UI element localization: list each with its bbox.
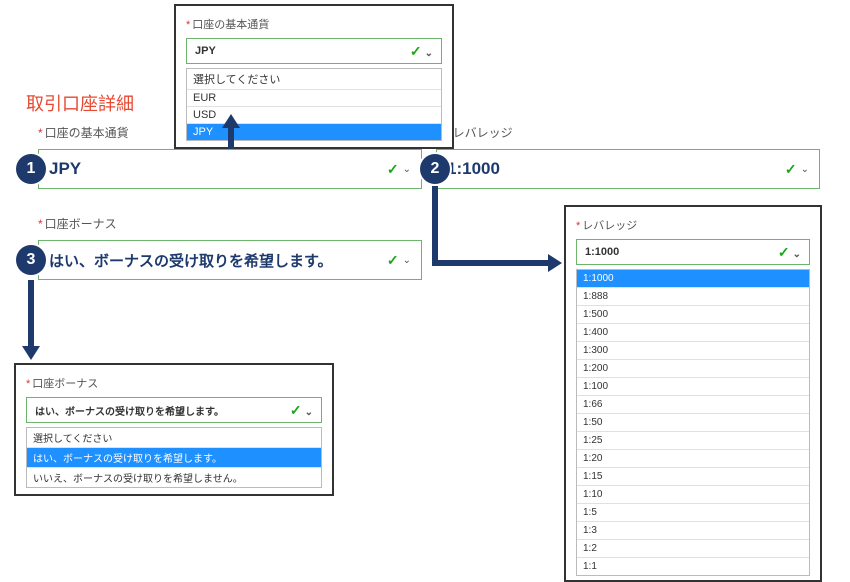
chevron-down-icon: ⌄ [305,407,313,418]
currency-detail-panel: *口座の基本通貨 JPY ✓ ⌄ 選択してくださいEURUSDJPY [174,4,454,149]
dropdown-option[interactable]: 1:3 [577,521,809,539]
dropdown-option[interactable]: はい、ボーナスの受け取りを希望します。 [27,447,321,467]
arrow-head-down-icon [22,346,40,360]
required-asterisk: * [38,217,43,231]
bonus-panel-label: *口座ボーナス [26,375,322,391]
check-icon: ✓ [410,43,422,59]
currency-dropdown[interactable]: JPY ✓ ⌄ [38,149,422,189]
check-icon: ✓ [387,252,399,269]
leverage-value: 1:1000 [447,159,500,179]
bonus-dropdown[interactable]: はい、ボーナスの受け取りを希望します。 ✓ ⌄ [38,240,422,280]
check-icon: ✓ [778,244,790,260]
leverage-panel-label: *レバレッジ [576,217,810,233]
step-badge-2: 2 [420,154,450,184]
dropdown-option[interactable]: 1:400 [577,323,809,341]
dropdown-option[interactable]: 1:2 [577,539,809,557]
chevron-down-icon: ⌄ [793,249,801,260]
dropdown-option[interactable]: 1:25 [577,431,809,449]
bonus-field-label: *口座ボーナス [38,215,117,232]
dropdown-option[interactable]: 1:50 [577,413,809,431]
leverage-panel-select[interactable]: 1:1000 ✓ ⌄ [576,239,810,265]
arrow-line [28,280,34,348]
dropdown-option[interactable]: 1:500 [577,305,809,323]
check-icon: ✓ [290,402,302,418]
step-badge-3: 3 [16,245,46,275]
bonus-panel-select[interactable]: はい、ボーナスの受け取りを希望します。 ✓ ⌄ [26,397,322,423]
check-icon: ✓ [785,161,797,178]
dropdown-option[interactable]: 1:100 [577,377,809,395]
bonus-value: はい、ボーナスの受け取りを希望します。 [49,250,333,271]
currency-panel-select[interactable]: JPY ✓ ⌄ [186,38,442,64]
arrow-line [432,186,438,266]
dropdown-option[interactable]: EUR [187,89,441,106]
dropdown-option[interactable]: 1:20 [577,449,809,467]
check-icon: ✓ [387,161,399,178]
chevron-down-icon: ⌄ [403,164,411,175]
dropdown-option[interactable]: 1:15 [577,467,809,485]
leverage-field-label: *レバレッジ [446,124,513,141]
dropdown-option[interactable]: 1:1000 [577,269,809,287]
dropdown-option[interactable]: 1:5 [577,503,809,521]
currency-field-label: *口座の基本通貨 [38,124,129,141]
dropdown-option[interactable]: 選択してください [187,68,441,89]
dropdown-option[interactable]: 1:300 [577,341,809,359]
currency-panel-label: *口座の基本通貨 [186,16,442,32]
arrow-line [432,260,550,266]
leverage-detail-panel: *レバレッジ 1:1000 ✓ ⌄ 1:10001:8881:5001:4001… [564,205,822,582]
arrow-head-right-icon [548,254,562,272]
dropdown-option[interactable]: いいえ、ボーナスの受け取りを希望しません。 [27,467,321,487]
chevron-down-icon: ⌄ [801,164,809,175]
dropdown-option[interactable]: 1:888 [577,287,809,305]
bonus-options[interactable]: 選択してくださいはい、ボーナスの受け取りを希望します。いいえ、ボーナスの受け取り… [26,427,322,488]
dropdown-option[interactable]: 選択してください [27,427,321,447]
currency-value: JPY [49,159,81,179]
dropdown-option[interactable]: 1:10 [577,485,809,503]
arrow-head-up-icon [222,114,240,128]
leverage-dropdown[interactable]: 1:1000 ✓ ⌄ [436,149,820,189]
step-badge-1: 1 [16,154,46,184]
section-title: 取引口座詳細 [26,90,134,116]
currency-options[interactable]: 選択してくださいEURUSDJPY [186,68,442,141]
chevron-down-icon: ⌄ [425,48,433,59]
dropdown-option[interactable]: 1:1 [577,557,809,575]
chevron-down-icon: ⌄ [403,255,411,266]
required-asterisk: * [38,126,43,140]
arrow-line [228,126,234,149]
leverage-options[interactable]: 1:10001:8881:5001:4001:3001:2001:1001:66… [576,269,810,576]
bonus-detail-panel: *口座ボーナス はい、ボーナスの受け取りを希望します。 ✓ ⌄ 選択してください… [14,363,334,496]
dropdown-option[interactable]: 1:200 [577,359,809,377]
dropdown-option[interactable]: 1:66 [577,395,809,413]
